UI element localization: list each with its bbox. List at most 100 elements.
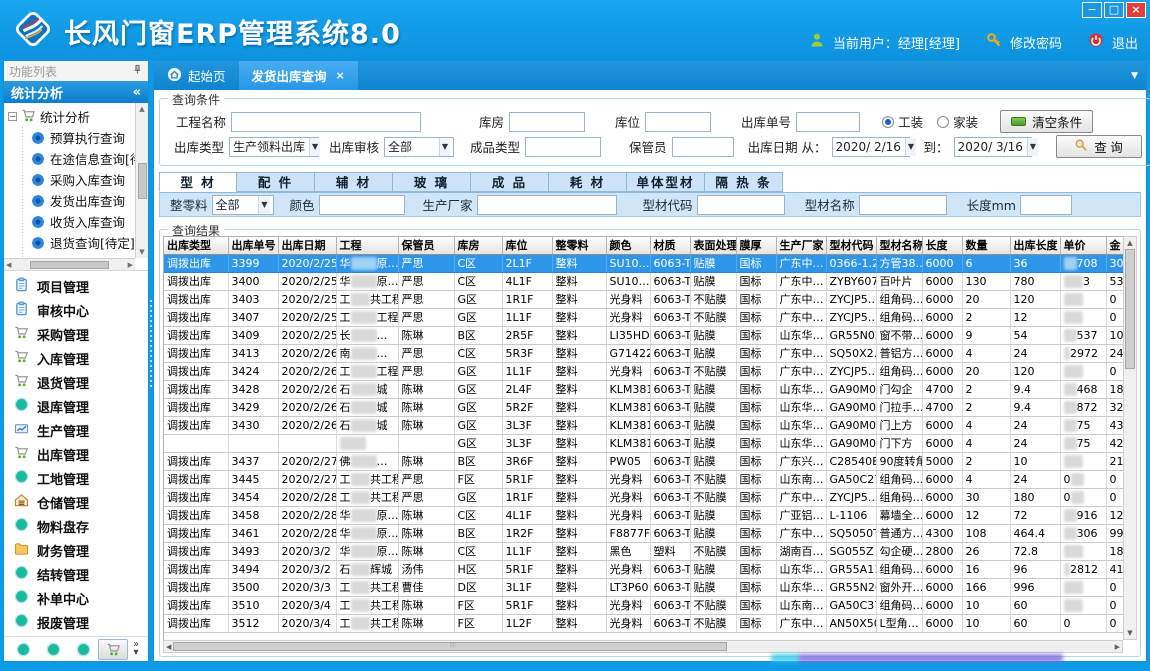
sidebar-section-header[interactable]: 统计分析 « [4, 81, 148, 103]
column-header-0[interactable]: 出库类型 [164, 237, 228, 254]
splitter-handle[interactable] [149, 60, 153, 662]
table-row[interactable]: 调拨出库34002020/2/25华xxxx原…严思C区4L1F整料SU10…6… [164, 272, 1123, 290]
material-tab-7[interactable]: 隔 热 条 [705, 172, 783, 192]
sidebar-item-5[interactable]: 退库管理 [4, 394, 148, 418]
table-row[interactable]: 调拨出库34582020/2/28华xxxx原…陈琳C区4L1F整料光身料606… [164, 506, 1123, 524]
table-row[interactable]: 调拨出库34942020/3/2石xxx辉城汤伟H区5R1F整料光身料6063-… [164, 560, 1123, 578]
column-header-2[interactable]: 出库日期 [278, 237, 336, 254]
project-name-input[interactable] [231, 112, 421, 132]
sidebar-item-1[interactable]: 审核中心 [4, 298, 148, 322]
minimize-button[interactable]: − [1082, 2, 1102, 18]
sidebar-item-14[interactable]: 报废管理 [4, 610, 148, 634]
tab-overflow-icon[interactable]: ▼ [1131, 71, 1146, 81]
column-header-5[interactable]: 库房 [454, 237, 502, 254]
location-input[interactable] [645, 112, 711, 132]
tree-root[interactable]: − 统计分析 [8, 106, 134, 127]
table-row[interactable]: xxxxG区3L3F整料KLM38176063-T5贴膜国标山东华…GA90M0… [164, 434, 1123, 452]
column-header-19[interactable]: 金 [1106, 237, 1123, 254]
sidebar-item-6[interactable]: 生产管理 [4, 418, 148, 442]
out-type-select[interactable]: 生产领料出库▼ [229, 137, 319, 157]
piece-select[interactable]: 全部▼ [212, 195, 274, 215]
collapse-icon[interactable]: « [133, 85, 141, 100]
sidebar-item-11[interactable]: 财务管理 [4, 538, 148, 562]
table-row[interactable]: 调拨出库34452020/2/27工xxx共工程严思F区5R1F整料光身料606… [164, 470, 1123, 488]
column-header-4[interactable]: 保管员 [398, 237, 454, 254]
sidebar-item-8[interactable]: 工地管理 [4, 466, 148, 490]
table-row[interactable]: 调拨出库33992020/2/25华xxxx原…严思C区2L1F整料SU10…6… [164, 254, 1123, 272]
warehouse-input[interactable] [509, 112, 585, 132]
radio-jiazhuang[interactable]: 家装 [937, 112, 978, 131]
sidebar-item-2[interactable]: 采购管理 [4, 322, 148, 346]
tree-item-1[interactable]: 在途信息查询[待 [8, 148, 134, 169]
tree-horizontal-scrollbar[interactable]: ◀▶ [4, 258, 135, 270]
column-header-1[interactable]: 出库单号 [228, 237, 278, 254]
table-row[interactable]: 调拨出库34132020/2/26南xxxx…严思C区5R3F整料G714226… [164, 344, 1123, 362]
tree-vertical-scrollbar[interactable]: ▲▼ [135, 103, 148, 258]
code-input[interactable] [697, 195, 785, 215]
dot-icon[interactable] [8, 642, 38, 657]
material-tab-5[interactable]: 耗 材 [549, 172, 627, 192]
table-row[interactable]: 调拨出库34302020/2/26石xxxx城陈琳G区3L3F整料KLM3817… [164, 416, 1123, 434]
column-header-15[interactable]: 长度 [922, 237, 962, 254]
table-row[interactable]: 调拨出库35102020/3/4工xxx共工程陈琳F区5R1F整料光身料6063… [164, 596, 1123, 614]
table-row[interactable]: 调拨出库35122020/3/4工xxx共工程陈琳F区1L2F整料光身料6063… [164, 614, 1123, 632]
factory-input[interactable] [477, 195, 617, 215]
column-header-10[interactable]: 表面处理 [690, 237, 736, 254]
tab-home[interactable]: 起始页 [154, 61, 239, 90]
search-button[interactable]: 查 询 [1056, 135, 1142, 158]
logout-link[interactable]: 退出 [1112, 33, 1138, 52]
material-tab-0[interactable]: 型 材 [159, 172, 237, 192]
table-row[interactable]: 调拨出库35002020/3/3工xxx共工程曹佳D区3L1F整料LT3P606… [164, 578, 1123, 596]
column-header-7[interactable]: 整零料 [552, 237, 606, 254]
column-header-14[interactable]: 型材名称 [876, 237, 922, 254]
close-button[interactable]: × [1126, 2, 1146, 18]
column-header-11[interactable]: 膜厚 [736, 237, 776, 254]
product-type-input[interactable] [525, 137, 601, 157]
table-row[interactable]: 调拨出库34612020/2/28华xxxx原…陈琳B区1R2F整料F8877F… [164, 524, 1123, 542]
table-row[interactable]: 调拨出库34932020/3/2华xxxx原…陈琳C区1L1F整料黑色塑料不贴膜… [164, 542, 1123, 560]
radio-gongzhuang[interactable]: 工装 [882, 112, 923, 131]
table-row[interactable]: 调拨出库34072020/2/25工xxxx工程严思G区1L1F整料光身料606… [164, 308, 1123, 326]
maximize-button[interactable]: □ [1104, 2, 1124, 18]
tab-close-icon[interactable]: × [336, 69, 345, 82]
column-header-17[interactable]: 出库长度 [1010, 237, 1060, 254]
color-input[interactable] [319, 195, 405, 215]
sidebar-item-3[interactable]: 入库管理 [4, 346, 148, 370]
keeper-input[interactable] [672, 137, 734, 157]
dot-icon[interactable] [38, 642, 68, 657]
cart-shortcut-button[interactable] [98, 639, 128, 660]
table-row[interactable]: 调拨出库34092020/2/25长xxxx…陈琳B区2R5F整料LI35HD6… [164, 326, 1123, 344]
tab-shipment-outbound-query[interactable]: 发货出库查询 × [239, 61, 358, 90]
grid-horizontal-scrollbar[interactable]: ◀▶ [163, 640, 1123, 653]
tree-item-5[interactable]: 退货查询[待定] [8, 232, 134, 253]
name-input[interactable] [859, 195, 947, 215]
column-header-13[interactable]: 型材代码 [826, 237, 876, 254]
table-row[interactable]: 调拨出库34032020/2/25工xxx共工程严思G区1R1F整料光身料606… [164, 290, 1123, 308]
material-tab-3[interactable]: 玻 璃 [393, 172, 471, 192]
sidebar-item-0[interactable]: 项目管理 [4, 274, 148, 298]
tree-item-4[interactable]: 收货入库查询 [8, 211, 134, 232]
change-password-link[interactable]: 修改密码 [1010, 33, 1062, 52]
pin-icon[interactable] [132, 64, 143, 78]
sidebar-overflow-icon[interactable]: »▾ [128, 641, 144, 657]
sidebar-item-10[interactable]: 物料盘存 [4, 514, 148, 538]
column-header-6[interactable]: 库位 [502, 237, 552, 254]
column-header-9[interactable]: 材质 [650, 237, 690, 254]
table-row[interactable]: 调拨出库34372020/2/27佛xxxx…陈琳B区3R6F整料PW05606… [164, 452, 1123, 470]
tree-item-0[interactable]: 预算执行查询 [8, 127, 134, 148]
length-input[interactable] [1020, 195, 1072, 215]
sidebar-item-13[interactable]: 补单中心 [4, 586, 148, 610]
order-no-input[interactable] [796, 112, 860, 132]
column-header-3[interactable]: 工程 [336, 237, 398, 254]
date-to-select[interactable]: 2020/ 3/16▼ [954, 137, 1032, 157]
column-header-18[interactable]: 单价 [1060, 237, 1106, 254]
material-tab-4[interactable]: 成 品 [471, 172, 549, 192]
clear-conditions-button[interactable]: 清空条件 [1000, 110, 1093, 133]
sidebar-item-9[interactable]: 仓储管理 [4, 490, 148, 514]
grid-vertical-scrollbar[interactable]: ▲▼ [1123, 236, 1137, 640]
tree-expander-icon[interactable]: − [8, 112, 17, 121]
dot-icon[interactable] [68, 642, 98, 657]
audit-select[interactable]: 全部▼ [384, 137, 454, 157]
material-tab-6[interactable]: 单体型材 [627, 172, 705, 192]
column-header-12[interactable]: 生产厂家 [776, 237, 826, 254]
